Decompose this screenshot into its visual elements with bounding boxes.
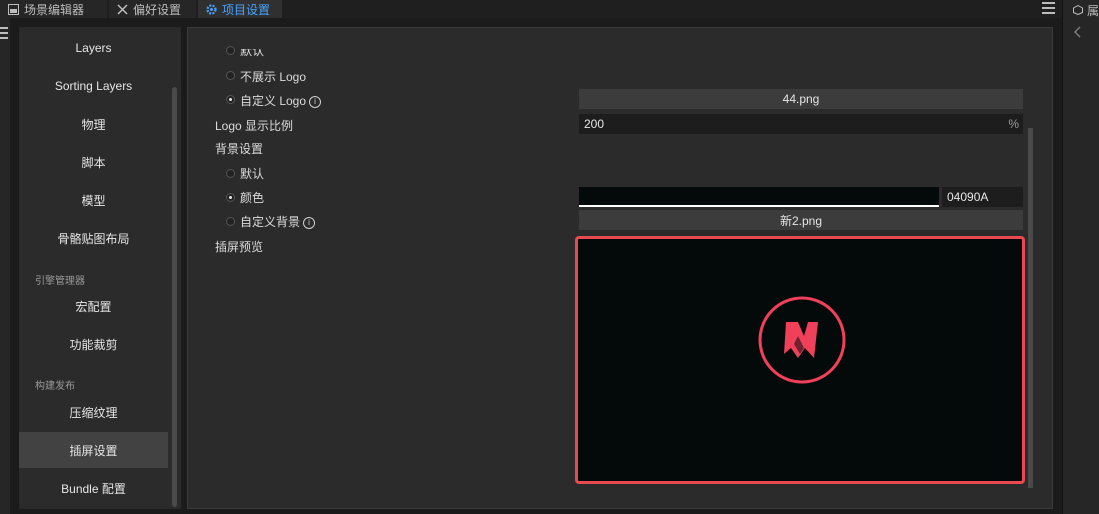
gear-icon [206, 3, 217, 15]
nav-group-engine: 引擎管理器 [35, 276, 85, 287]
radio-bg-default[interactable] [226, 169, 235, 178]
nav-item-layers[interactable]: Layers [19, 30, 168, 66]
radio-bg-custom[interactable] [226, 217, 235, 226]
chevron-left-icon[interactable] [1073, 26, 1083, 41]
label-bg-color: 颜色 [240, 191, 265, 205]
inspector-panel: 属 [1062, 0, 1099, 514]
splash-preview [575, 236, 1025, 484]
nav-item-physics[interactable]: 物理 [19, 106, 168, 142]
radio-logo-custom[interactable] [226, 95, 235, 104]
nav-group-build: 构建发布 [35, 381, 75, 392]
tab-scene-editor[interactable]: 场景编辑器 [0, 0, 107, 18]
label-bg-default: 默认 [240, 167, 265, 181]
label-logo-ratio: Logo 显示比例 [215, 119, 294, 133]
tab-preferences[interactable]: 偏好设置 [109, 0, 196, 18]
logo-ratio-input[interactable]: 200 % [579, 114, 1023, 134]
settings-nav: Layers Sorting Layers 物理 脚本 模型 骨骼贴图布局 引擎… [19, 27, 181, 509]
nav-item-feature-crop[interactable]: 功能裁剪 [19, 326, 168, 362]
cube-icon [1073, 4, 1083, 18]
panel-menu-icon[interactable] [1042, 1, 1055, 15]
label-bg-custom: 自定义背景 i [240, 213, 316, 230]
radio-logo-hide[interactable] [226, 71, 235, 80]
dock-menu-icon[interactable] [0, 26, 8, 40]
tab-label: 项目设置 [222, 2, 271, 17]
tab-label: 场景编辑器 [24, 2, 85, 17]
nav-item-scripts[interactable]: 脚本 [19, 144, 168, 180]
nav-item-macro[interactable]: 宏配置 [19, 288, 168, 324]
nav-item-model[interactable]: 模型 [19, 182, 168, 218]
label-logo-default: 默认 [240, 44, 265, 58]
tools-icon [117, 3, 128, 15]
inspector-title: 属 [1087, 4, 1099, 18]
nav-item-texture-compress[interactable]: 压缩纹理 [19, 394, 168, 430]
nav-scrollbar[interactable] [172, 87, 177, 507]
label-preview: 插屏预览 [215, 240, 264, 254]
left-dock-strip [0, 18, 10, 514]
info-icon[interactable]: i [309, 95, 322, 108]
content-scrollbar[interactable] [1028, 128, 1033, 488]
bg-color-swatch[interactable] [579, 187, 939, 207]
info-icon[interactable]: i [303, 216, 316, 229]
label-logo-hide: 不展示 Logo [240, 70, 307, 84]
logo-file-field[interactable]: 44.png [579, 89, 1023, 109]
tab-label: 偏好设置 [133, 2, 182, 17]
nav-item-sorting-layers[interactable]: Sorting Layers [19, 68, 168, 104]
tab-project-settings[interactable]: 项目设置 [198, 0, 282, 18]
bg-file-field[interactable]: 新2.png [579, 210, 1023, 230]
nav-item-splash[interactable]: 插屏设置 [19, 432, 168, 468]
radio-bg-color[interactable] [226, 193, 235, 202]
nav-item-skeleton-atlas[interactable]: 骨骼贴图布局 [19, 220, 168, 256]
tab-bar: 场景编辑器 偏好设置 项目设置 [0, 0, 1099, 18]
radio-logo-default[interactable] [226, 46, 235, 55]
nav-item-bundle[interactable]: Bundle 配置 [19, 470, 168, 506]
bg-color-hex-input[interactable]: 04090A [942, 187, 1023, 207]
label-logo-custom: 自定义 Logo i [240, 92, 322, 109]
scene-editor-icon [8, 3, 19, 15]
splash-settings-panel: 默认 不展示 Logo 自定义 Logo i 44.png Logo 显示比例 2… [187, 27, 1053, 509]
percent-unit: % [1008, 117, 1019, 131]
label-background: 背景设置 [215, 142, 264, 156]
engine-logo-icon [758, 296, 846, 384]
